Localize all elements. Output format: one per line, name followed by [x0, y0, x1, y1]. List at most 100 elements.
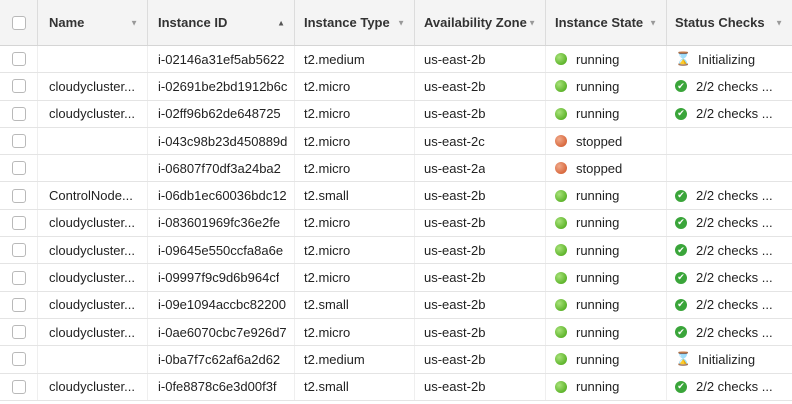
running-status-dot-icon: [555, 244, 567, 257]
table-row[interactable]: i-02146a31ef5ab5622 t2.medium us-east-2b ru…: [0, 46, 792, 74]
cell-name: cloudycluster...: [38, 237, 148, 264]
row-checkbox[interactable]: [11, 52, 26, 67]
row-checkbox[interactable]: [11, 270, 26, 285]
cell-instance-type: t2.micro: [295, 155, 415, 182]
cell-availability-zone-text: us-east-2b: [424, 242, 486, 258]
cell-instance-id-text: i-06db1ec60036bdc12: [158, 188, 287, 204]
row-checkbox[interactable]: [11, 325, 26, 340]
row-checkbox[interactable]: [11, 161, 26, 176]
table-row[interactable]: cloudycluster... i-0fe8878c6e3d00f3f t2.sm…: [0, 373, 792, 401]
row-checkbox[interactable]: [11, 297, 26, 312]
cell-status-checks-text: 2/2 checks ...: [696, 188, 773, 204]
cell-availability-zone: us-east-2b: [415, 73, 546, 100]
table-row[interactable]: i-0ba7f7c62af6a2d62 t2.medium us-east-2b ru…: [0, 346, 792, 374]
column-header-name[interactable]: Name ▼: [38, 0, 148, 45]
column-header-availability-zone[interactable]: Availability Zone ▼: [415, 0, 546, 45]
cell-instance-id-text: i-06807f70df3a24ba2: [158, 160, 281, 176]
cell-instance-id-text: i-083601969fc36e2fe: [158, 215, 281, 231]
cell-status-checks: ✔ 2/2 checks ...: [667, 182, 792, 208]
cell-instance-type: t2.small: [295, 182, 415, 209]
sort-caret-down-icon[interactable]: ▼: [775, 18, 783, 27]
cell-instance-type: t2.micro: [295, 264, 415, 291]
sort-caret-down-icon[interactable]: ▼: [528, 18, 536, 27]
cell-instance-id: i-06db1ec60036bdc12: [148, 182, 295, 209]
cell-name: [38, 346, 148, 373]
table-row[interactable]: cloudycluster... i-02ff96b62de648725 t2.mi…: [0, 100, 792, 128]
sort-caret-up-icon[interactable]: ▲: [277, 18, 285, 27]
row-checkbox[interactable]: [11, 106, 26, 121]
table-row[interactable]: ControlNode... i-06db1ec60036bdc12 t2.smal…: [0, 182, 792, 210]
table-row[interactable]: i-043c98b23d450889d t2.micro us-east-2c sto…: [0, 127, 792, 156]
check-icon: ✔: [675, 107, 687, 120]
row-checkbox[interactable]: [11, 215, 26, 230]
row-checkbox[interactable]: [11, 134, 26, 149]
row-checkbox[interactable]: [11, 188, 26, 203]
cell-instance-state: running: [546, 237, 667, 264]
check-icon: ✔: [675, 271, 687, 284]
column-header-instance-type[interactable]: Instance Type ▼: [295, 0, 415, 45]
running-status-dot-icon: [555, 107, 567, 120]
row-checkbox[interactable]: [11, 352, 26, 367]
column-header-status-checks[interactable]: Status Checks ▼: [667, 0, 792, 45]
cell-availability-zone: us-east-2b: [415, 100, 546, 127]
table-row[interactable]: cloudycluster... i-0ae6070cbc7e926d7 t2.mi…: [0, 318, 792, 347]
cell-instance-id-text: i-0ba7f7c62af6a2d62: [158, 351, 281, 367]
row-select-cell: [0, 318, 38, 346]
sort-caret-down-icon[interactable]: ▼: [397, 18, 405, 27]
hourglass-icon: ⌛: [675, 351, 692, 367]
table-row[interactable]: cloudycluster... i-09645e550ccfa8a6e t2.mi…: [0, 237, 792, 265]
running-status-dot-icon: [555, 380, 567, 393]
cell-status-checks: [667, 128, 792, 154]
cell-availability-zone: us-east-2b: [415, 373, 546, 400]
sort-caret-down-icon[interactable]: ▼: [649, 18, 657, 27]
table-row[interactable]: cloudycluster... i-02691be2bd1912b6c t2.mi…: [0, 73, 792, 101]
cell-instance-state-text: running: [576, 351, 620, 367]
cell-instance-state: running: [546, 291, 667, 318]
cell-instance-state-text: running: [576, 270, 620, 286]
header-select-all-cell: [0, 0, 38, 45]
column-header-instance-id[interactable]: Instance ID ▲: [148, 0, 295, 45]
cell-availability-zone-text: us-east-2c: [424, 133, 485, 149]
table-row[interactable]: cloudycluster... i-083601969fc36e2fe t2.mi…: [0, 209, 792, 238]
cell-instance-type-text: t2.small: [304, 188, 349, 204]
cell-availability-zone-text: us-east-2b: [424, 270, 486, 286]
cell-instance-state-text: running: [576, 242, 620, 258]
table-row[interactable]: cloudycluster... i-09e1094accbc82200 t2.sm…: [0, 291, 792, 319]
cell-instance-id: i-09e1094accbc82200: [148, 291, 295, 318]
cell-availability-zone: us-east-2b: [415, 237, 546, 264]
cell-name-text: cloudycluster...: [49, 106, 135, 122]
column-header-instance-state[interactable]: Instance State ▼: [546, 0, 667, 45]
cell-instance-state-text: running: [576, 106, 620, 122]
cell-instance-type: t2.micro: [295, 237, 415, 264]
row-checkbox[interactable]: [11, 379, 26, 394]
cell-status-checks-text: 2/2 checks ...: [696, 215, 773, 231]
sort-caret-down-icon[interactable]: ▼: [130, 18, 138, 27]
cell-instance-state-text: running: [576, 297, 620, 313]
select-all-checkbox[interactable]: [11, 15, 26, 30]
cell-name-text: cloudycluster...: [49, 215, 135, 231]
row-checkbox[interactable]: [11, 79, 26, 94]
row-select-cell: [0, 209, 38, 237]
cell-instance-state-text: running: [576, 324, 620, 340]
cell-name: cloudycluster...: [38, 318, 148, 346]
row-select-cell: [0, 100, 38, 127]
row-checkbox[interactable]: [11, 243, 26, 258]
cell-availability-zone-text: us-east-2b: [424, 297, 486, 313]
row-select-cell: [0, 346, 38, 373]
cell-instance-type: t2.micro: [295, 100, 415, 127]
cell-instance-id: i-09997f9c9d6b964cf: [148, 264, 295, 291]
running-status-dot-icon: [555, 326, 567, 339]
column-header-label: Name: [49, 15, 85, 30]
cell-name: cloudycluster...: [38, 100, 148, 127]
cell-instance-type-text: t2.micro: [304, 270, 351, 286]
hourglass-icon: ⌛: [675, 51, 692, 67]
cell-instance-type-text: t2.micro: [304, 78, 351, 94]
running-status-dot-icon: [555, 216, 567, 229]
cell-status-checks-text: 2/2 checks ...: [696, 297, 773, 313]
cell-instance-id: i-06807f70df3a24ba2: [148, 155, 295, 182]
cell-instance-type-text: t2.micro: [304, 106, 351, 122]
cell-name: cloudycluster...: [38, 264, 148, 291]
cell-availability-zone: us-east-2c: [415, 127, 546, 155]
table-row[interactable]: cloudycluster... i-09997f9c9d6b964cf t2.mi…: [0, 264, 792, 292]
table-row[interactable]: i-06807f70df3a24ba2 t2.micro us-east-2a sto…: [0, 155, 792, 183]
